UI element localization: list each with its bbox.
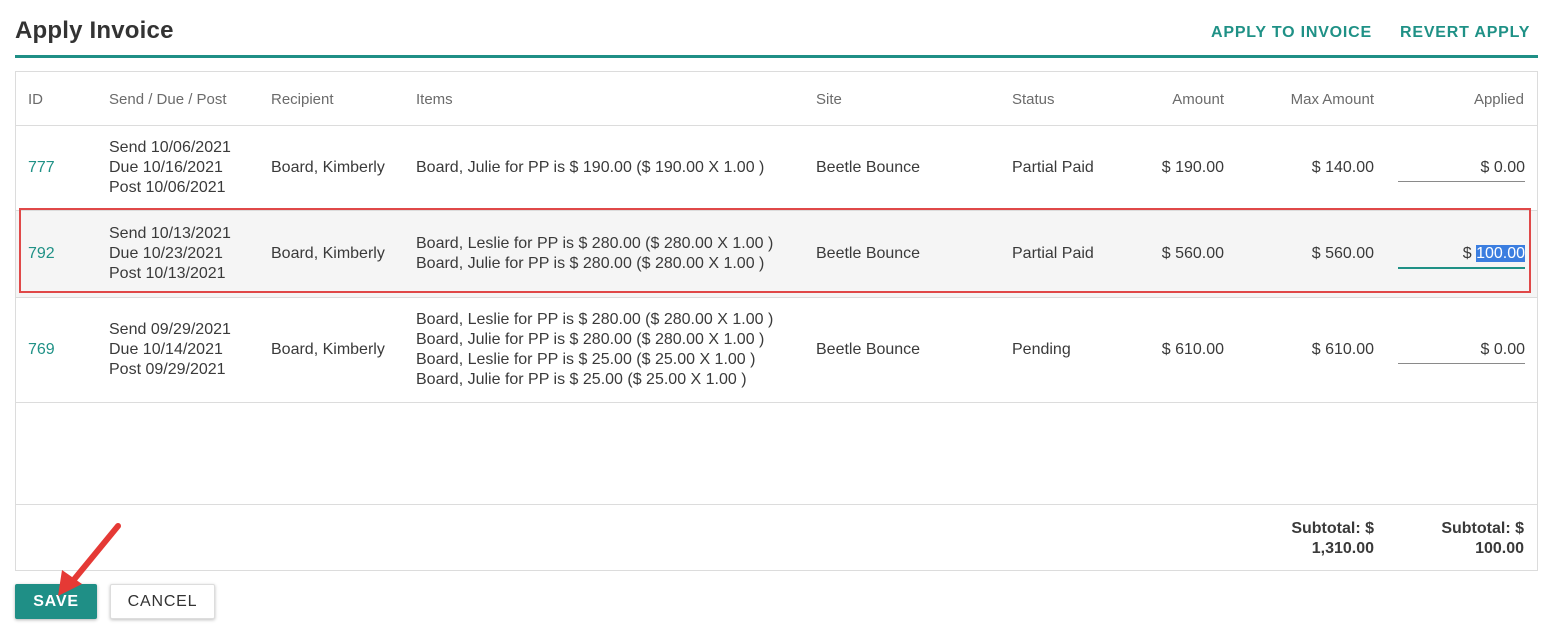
due-date: Due 10/14/2021	[109, 341, 223, 358]
column-header-recipient: Recipient	[271, 91, 334, 108]
subtotal-label: Subtotal: $	[1441, 520, 1524, 537]
column-header-applied: Applied	[1473, 91, 1524, 108]
amount: $ 190.00	[1161, 159, 1224, 176]
page-title: Apply Invoice	[15, 17, 174, 44]
invoice-table: ID Send / Due / Post Recipient Items Sit…	[15, 71, 1538, 571]
status: Pending	[1012, 341, 1071, 358]
invoice-id-link[interactable]: 777	[28, 158, 55, 178]
table-header: ID Send / Due / Post Recipient Items Sit…	[16, 72, 1537, 126]
column-header-status: Status	[1012, 91, 1055, 108]
subtotal-max-amount: Subtotal: $ 1,310.00	[1291, 519, 1374, 559]
currency-prefix: $	[1480, 159, 1494, 176]
send-date: Send 10/06/2021	[109, 139, 231, 156]
applied-value: 0.00	[1493, 159, 1525, 176]
subtotal-value: 1,310.00	[1311, 540, 1374, 557]
recipient: Board, Kimberly	[271, 341, 385, 358]
row-highlight-annotation	[19, 208, 1531, 293]
column-header-max-amount: Max Amount	[1290, 91, 1374, 108]
item-line: Board, Julie for PP is $ 280.00 ($ 280.0…	[416, 331, 765, 348]
max-amount: $ 610.00	[1311, 341, 1374, 358]
column-header-amount: Amount	[1172, 91, 1224, 108]
send-date: Send 09/29/2021	[109, 321, 231, 338]
currency-prefix: $	[1480, 341, 1494, 358]
post-date: Post 09/29/2021	[109, 361, 226, 378]
applied-amount-input[interactable]: $ 0.00	[1398, 339, 1525, 364]
column-header-items: Items	[416, 91, 453, 108]
revert-apply-link[interactable]: REVERT APPLY	[1400, 24, 1530, 42]
cancel-button[interactable]: CANCEL	[110, 584, 215, 619]
applied-amount-input[interactable]: $ 0.00	[1398, 157, 1525, 182]
due-date: Due 10/16/2021	[109, 159, 223, 176]
column-header-dates: Send / Due / Post	[109, 91, 227, 108]
applied-value: 0.00	[1493, 341, 1525, 358]
status: Partial Paid	[1012, 159, 1094, 176]
page-header: Apply Invoice APPLY TO INVOICE REVERT AP…	[15, 0, 1538, 58]
subtotal-label: Subtotal: $	[1291, 520, 1374, 537]
site: Beetle Bounce	[816, 159, 921, 176]
item-line: Board, Leslie for PP is $ 25.00 ($ 25.00…	[416, 351, 756, 368]
item-line: Board, Julie for PP is $ 190.00 ($ 190.0…	[416, 159, 765, 176]
invoice-id-link[interactable]: 769	[28, 340, 55, 360]
item-line: Board, Julie for PP is $ 25.00 ($ 25.00 …	[416, 371, 747, 388]
column-header-site: Site	[816, 91, 842, 108]
table-row: 769 Send 09/29/2021 Due 10/14/2021 Post …	[16, 298, 1537, 403]
max-amount: $ 140.00	[1311, 159, 1374, 176]
column-header-id: ID	[28, 91, 43, 108]
recipient: Board, Kimberly	[271, 159, 385, 176]
amount: $ 610.00	[1161, 341, 1224, 358]
post-date: Post 10/06/2021	[109, 179, 226, 196]
site: Beetle Bounce	[816, 341, 921, 358]
subtotal-applied: Subtotal: $ 100.00	[1441, 519, 1524, 559]
subtotal-value: 100.00	[1475, 540, 1524, 557]
apply-to-invoice-link[interactable]: APPLY TO INVOICE	[1211, 24, 1372, 42]
table-footer: Subtotal: $ 1,310.00 Subtotal: $ 100.00	[16, 504, 1537, 572]
table-row: 777 Send 10/06/2021 Due 10/16/2021 Post …	[16, 125, 1537, 211]
red-arrow-annotation	[58, 523, 121, 596]
item-line: Board, Leslie for PP is $ 280.00 ($ 280.…	[416, 311, 774, 328]
